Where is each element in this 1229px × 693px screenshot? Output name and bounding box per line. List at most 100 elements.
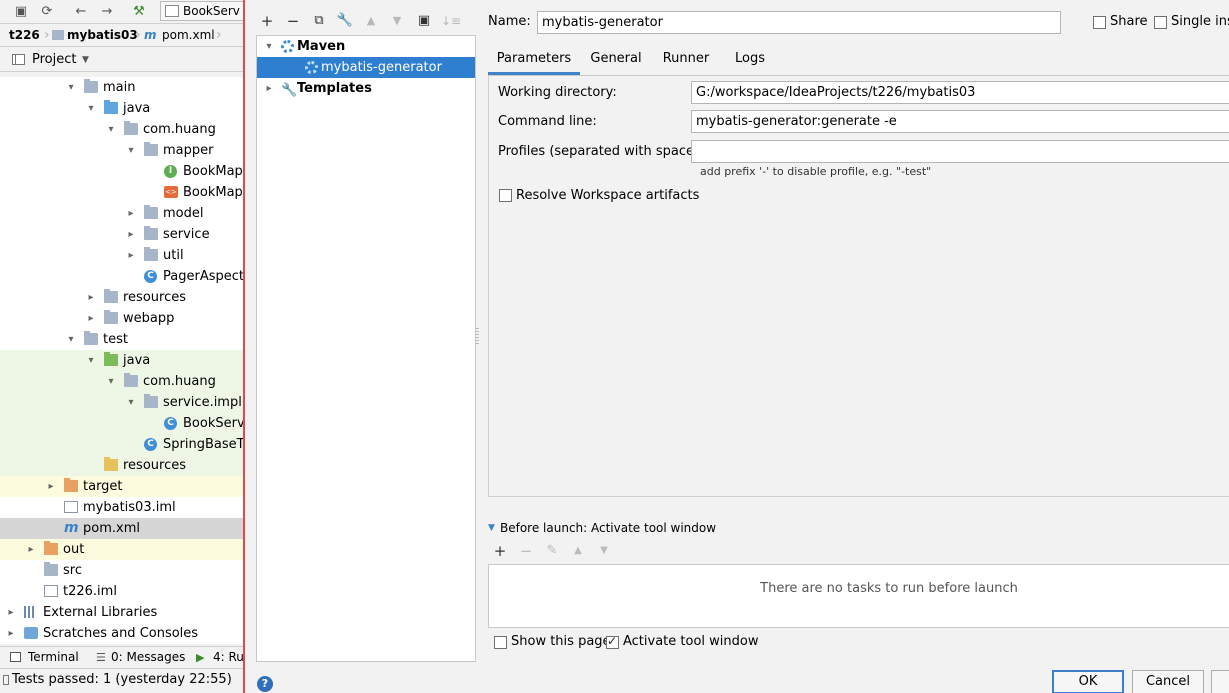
tree-row[interactable]: ▾ java xyxy=(0,350,243,371)
move-down-icon[interactable]: ▼ xyxy=(595,542,613,560)
chevron-right-icon[interactable]: ▸ xyxy=(125,203,137,224)
tree-row[interactable]: I BookMap xyxy=(0,161,243,182)
tree-row[interactable]: ▸ util xyxy=(0,245,243,266)
chevron-right-icon[interactable]: ▸ xyxy=(25,539,37,560)
tab-general[interactable]: General xyxy=(582,46,650,75)
help-icon[interactable]: ? xyxy=(257,676,273,692)
tree-row[interactable]: <> BookMap xyxy=(0,182,243,203)
tree-row[interactable]: ▾ service.impl xyxy=(0,392,243,413)
wrench-icon[interactable]: 🔧 xyxy=(336,12,354,30)
chevron-down-icon[interactable]: ▾ xyxy=(85,350,97,371)
name-field[interactable] xyxy=(537,11,1061,34)
chevron-down-icon[interactable]: ▾ xyxy=(263,36,275,57)
remove-icon[interactable]: − xyxy=(517,542,535,560)
remove-icon[interactable]: − xyxy=(284,12,302,30)
tree-row[interactable]: ▾ test xyxy=(0,329,243,350)
add-icon[interactable]: + xyxy=(491,542,509,560)
save-icon[interactable]: ▣ xyxy=(12,3,30,21)
activate-tool-window-checkbox[interactable] xyxy=(606,634,619,649)
tree-row[interactable]: mybatis03.iml xyxy=(0,497,243,518)
tree-row[interactable]: C SpringBaseTe xyxy=(0,434,243,455)
working-directory-field[interactable]: G:/workspace/IdeaProjects/t226/mybatis03 xyxy=(691,81,1229,104)
chevron-right-icon[interactable]: ▸ xyxy=(5,602,17,623)
sort-icon[interactable]: ↓≡ xyxy=(441,12,461,30)
single-instance-checkbox[interactable] xyxy=(1154,16,1167,29)
chevron-down-icon[interactable]: ▾ xyxy=(105,119,117,140)
chevron-right-icon[interactable]: ▸ xyxy=(45,476,57,497)
tree-row[interactable]: t226.iml xyxy=(0,581,243,602)
chevron-right-icon[interactable]: ▸ xyxy=(85,308,97,329)
tree-row-label: BookServi xyxy=(183,416,243,431)
tree-row[interactable]: ▸ webapp xyxy=(0,308,243,329)
run-config-selector[interactable]: BookServ xyxy=(160,1,243,21)
chevron-down-icon[interactable]: ▾ xyxy=(65,77,77,98)
share-checkbox[interactable] xyxy=(1093,16,1106,29)
resolve-workspace-checkbox[interactable] xyxy=(499,189,512,202)
apply-button[interactable] xyxy=(1211,670,1229,693)
tree-row[interactable]: C BookServi xyxy=(0,413,243,434)
tree-row[interactable]: ▾ mapper xyxy=(0,140,243,161)
tree-row[interactable]: ▸ service xyxy=(0,224,243,245)
breadcrumb-item[interactable]: mybatis03 xyxy=(67,25,138,46)
new-folder-icon[interactable]: ▣ xyxy=(415,12,433,30)
chevron-right-icon[interactable]: ▸ xyxy=(85,287,97,308)
chevron-down-icon[interactable]: ▾ xyxy=(85,98,97,119)
move-down-icon[interactable]: ▼ xyxy=(388,12,406,30)
tree-row[interactable]: ▾ com.huang xyxy=(0,119,243,140)
tab-parameters[interactable]: Parameters xyxy=(488,46,580,75)
tree-row[interactable]: ▾ main xyxy=(0,77,243,98)
chevron-down-icon[interactable]: ▾ xyxy=(125,392,137,413)
before-launch-tasks-list[interactable]: There are no tasks to run before launch xyxy=(488,564,1229,628)
chevron-right-icon[interactable]: ▸ xyxy=(125,224,137,245)
config-tree-row[interactable]: ▸ 🔧 Templates xyxy=(257,78,475,99)
splitter-handle[interactable] xyxy=(475,328,479,344)
run-tab[interactable]: 4: Ru xyxy=(213,647,243,668)
folder-icon xyxy=(104,310,118,324)
project-panel-header[interactable]: Project ▼ xyxy=(0,48,243,72)
tree-row[interactable]: C PagerAspect xyxy=(0,266,243,287)
chevron-down-icon[interactable]: ▾ xyxy=(105,371,117,392)
terminal-tab[interactable]: Terminal xyxy=(28,647,79,668)
show-this-page-checkbox[interactable] xyxy=(494,636,507,649)
chevron-down-icon[interactable]: ▾ xyxy=(65,329,77,350)
chevron-right-icon[interactable]: ▸ xyxy=(5,623,17,644)
config-tree-row[interactable]: ▾ Maven xyxy=(257,36,475,57)
tree-row[interactable]: ▸ External Libraries xyxy=(0,602,243,623)
breadcrumb-item[interactable]: t226 xyxy=(9,25,40,46)
tree-row[interactable]: ▸ target xyxy=(0,476,243,497)
edit-icon[interactable]: ✎ xyxy=(543,542,561,560)
tree-row[interactable]: m pom.xml xyxy=(0,518,243,539)
chevron-right-icon[interactable]: ▸ xyxy=(263,78,275,99)
move-up-icon[interactable]: ▲ xyxy=(362,12,380,30)
tree-row[interactable]: resources xyxy=(0,455,243,476)
chevron-right-icon[interactable]: ▸ xyxy=(125,245,137,266)
tree-row[interactable]: src xyxy=(0,560,243,581)
build-hammer-icon[interactable]: ⚒ xyxy=(130,3,148,21)
move-up-icon[interactable]: ▲ xyxy=(569,542,587,560)
config-tree-row[interactable]: mybatis-generator xyxy=(257,57,475,78)
tree-row[interactable]: ▾ com.huang xyxy=(0,371,243,392)
messages-tab[interactable]: 0: Messages xyxy=(111,647,185,668)
forward-icon[interactable]: → xyxy=(98,3,116,21)
cancel-button[interactable]: Cancel xyxy=(1132,670,1204,693)
tree-row[interactable]: ▸ Scratches and Consoles xyxy=(0,623,243,644)
profiles-field[interactable] xyxy=(691,140,1229,163)
breadcrumb-item[interactable]: pom.xml xyxy=(162,25,215,46)
before-launch-header[interactable]: ▼ Before launch: Activate tool window xyxy=(488,519,1229,539)
add-icon[interactable]: + xyxy=(258,12,276,30)
command-line-field[interactable]: mybatis-generator:generate -e xyxy=(691,110,1229,133)
before-launch-toolbar: + − ✎ ▲ ▼ xyxy=(488,541,688,563)
tree-row[interactable]: ▸ resources xyxy=(0,287,243,308)
tree-row[interactable]: ▾ java xyxy=(0,98,243,119)
tree-row[interactable]: ▸ model xyxy=(0,203,243,224)
chevron-down-icon[interactable]: ▼ xyxy=(82,48,89,72)
tree-row[interactable]: ▸ out xyxy=(0,539,243,560)
back-icon[interactable]: ← xyxy=(72,3,90,21)
chevron-down-icon[interactable]: ▼ xyxy=(488,519,495,537)
tab-logs[interactable]: Logs xyxy=(722,46,778,75)
sync-icon[interactable]: ⟳ xyxy=(38,3,56,21)
copy-icon[interactable]: ⧉ xyxy=(310,12,328,30)
ok-button[interactable]: OK xyxy=(1052,670,1124,693)
tab-runner[interactable]: Runner xyxy=(651,46,721,75)
chevron-down-icon[interactable]: ▾ xyxy=(125,140,137,161)
